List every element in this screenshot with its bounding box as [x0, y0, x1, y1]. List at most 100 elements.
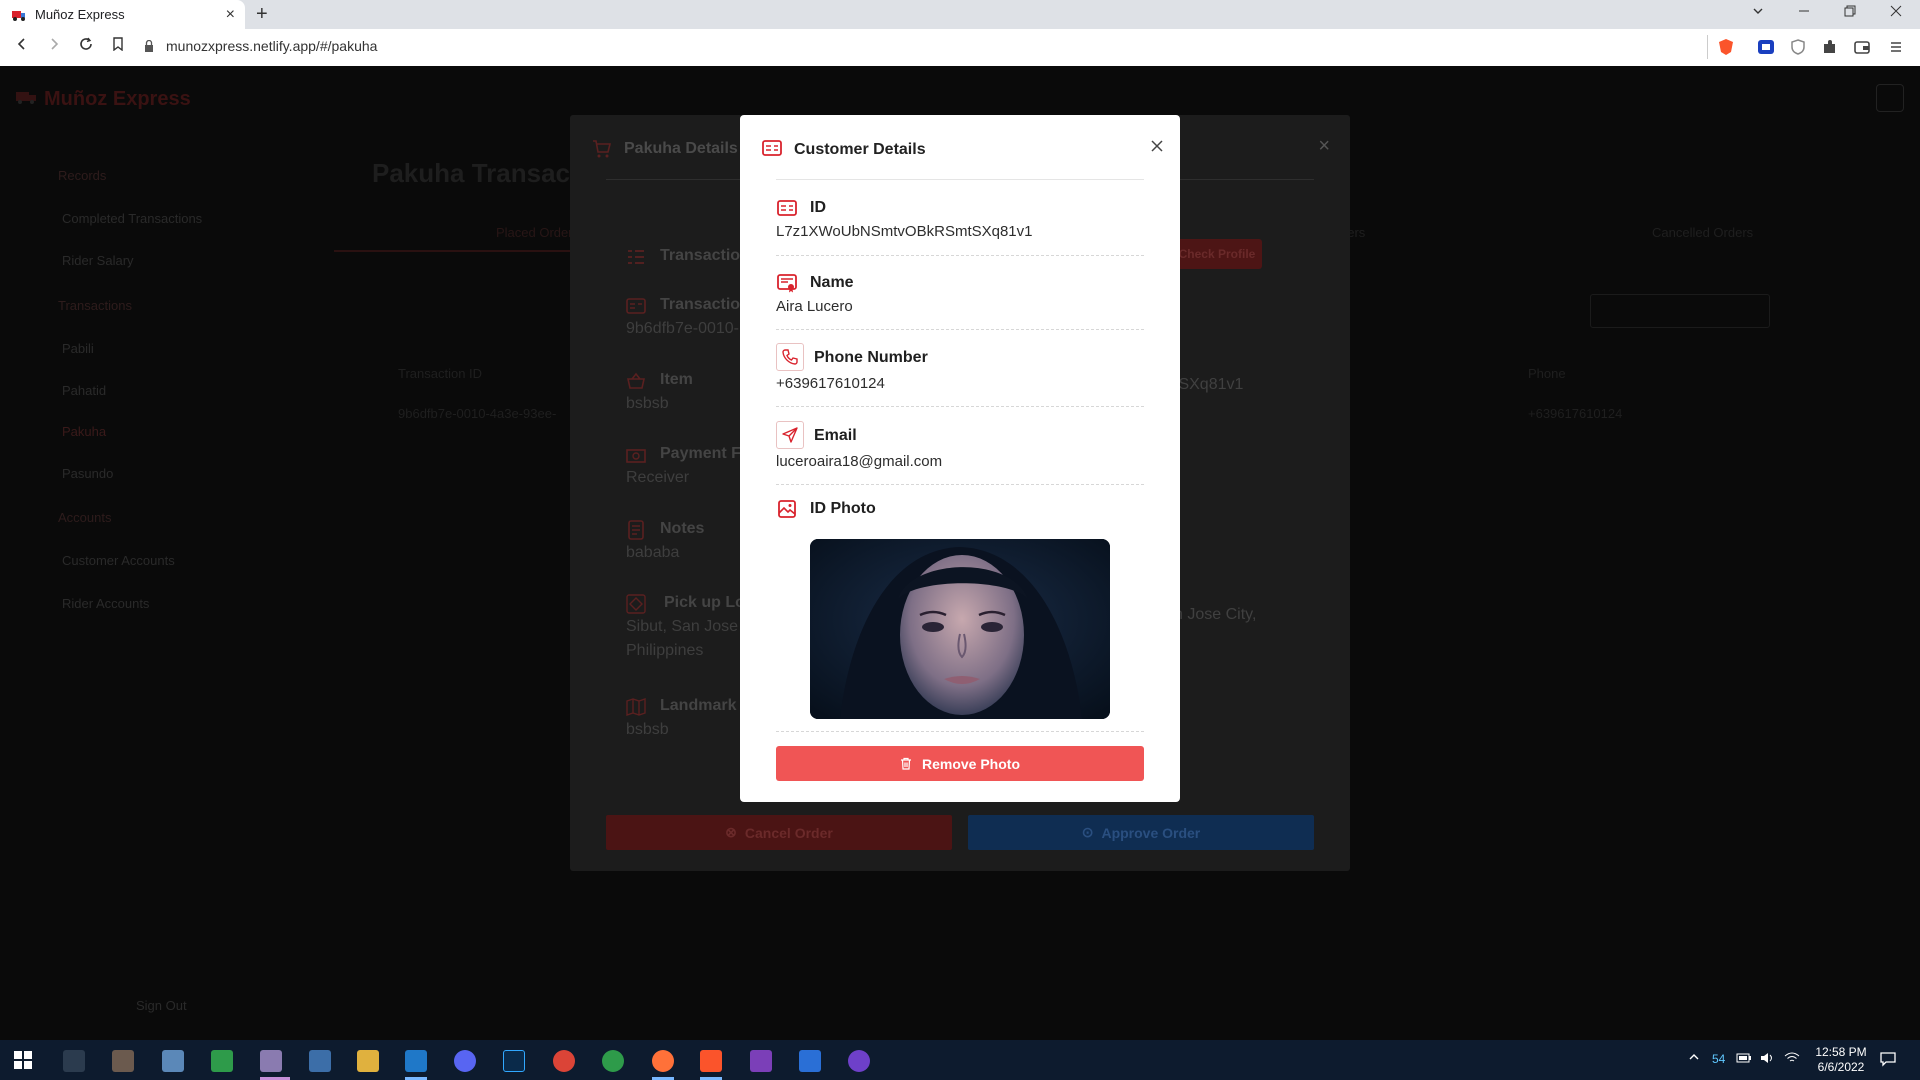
phone-value: +639617610124 [776, 375, 885, 392]
extensions-puzzle-icon[interactable] [1820, 37, 1840, 57]
phone-label: Phone Number [814, 349, 928, 366]
theme-toggle-icon[interactable] [1876, 84, 1904, 112]
restore-icon[interactable] [1844, 4, 1856, 20]
customer-id-partial: tSXq81v1 [1174, 376, 1244, 393]
sidebar-pabili[interactable]: Pabili [62, 341, 94, 356]
id-label: ID [810, 199, 826, 216]
field-separator [776, 484, 1144, 485]
location-icon [626, 594, 646, 614]
window-close-icon[interactable] [1890, 4, 1902, 20]
taskbar-photoshop-icon[interactable] [503, 1050, 525, 1072]
taskbar-sheets-icon[interactable] [211, 1050, 233, 1072]
back-icon[interactable] [12, 37, 32, 57]
close-icon[interactable] [1148, 137, 1166, 155]
customer-details-modal: Customer Details ID L7z1XWoUbNSmtvOBkRSm… [740, 115, 1180, 802]
tray-chevron-icon[interactable] [1688, 1051, 1700, 1066]
taskbar-discord-icon[interactable] [454, 1050, 476, 1072]
menu-icon[interactable] [1886, 37, 1906, 57]
extension-shield-icon[interactable] [1788, 37, 1808, 57]
approve-circle-icon: ⊙ [1081, 824, 1094, 840]
tab-close-icon[interactable]: × [226, 6, 235, 24]
field-separator [776, 255, 1144, 256]
sidebar-customer-accounts[interactable]: Customer Accounts [62, 553, 175, 568]
taskbar-app-icon[interactable] [162, 1050, 184, 1072]
landmark-value: bsbsb [626, 721, 669, 738]
email-label: Email [814, 427, 857, 444]
address-bar[interactable]: munozxpress.netlify.app/#/pakuha [144, 38, 377, 54]
taskbar-chrome-icon[interactable] [553, 1050, 575, 1072]
sidebar-transactions[interactable]: Transactions [58, 298, 132, 313]
taskbar-paint-icon[interactable] [260, 1050, 282, 1072]
tab-placed-orders[interactable]: Placed Orders [496, 225, 579, 240]
sidebar-rider-salary[interactable]: Rider Salary [62, 253, 134, 268]
column-phone[interactable]: Phone [1528, 366, 1566, 381]
taskbar-app-icon[interactable] [750, 1050, 772, 1072]
wallet-icon[interactable] [1852, 37, 1872, 57]
taskbar-app-icon[interactable] [602, 1050, 624, 1072]
tray-count[interactable]: 54 [1712, 1052, 1725, 1066]
email-value: luceroaira18@gmail.com [776, 453, 943, 470]
remove-photo-label: Remove Photo [921, 755, 1020, 772]
search-input[interactable] [1590, 294, 1770, 328]
volume-icon[interactable] [1760, 1052, 1776, 1067]
extension-meet-icon[interactable] [1756, 37, 1776, 57]
forward-icon[interactable] [44, 37, 64, 57]
taskbar-firefox-icon[interactable] [652, 1050, 674, 1072]
field-separator [776, 406, 1144, 407]
windows-start-icon[interactable] [13, 1050, 35, 1072]
tab-cancelled-orders[interactable]: Cancelled Orders [1652, 225, 1753, 240]
trash-icon [900, 757, 911, 770]
pakuha-close-icon[interactable]: × [1318, 135, 1330, 158]
sidebar-pasundo[interactable]: Pasundo [62, 466, 113, 481]
active-tab-underline [334, 250, 570, 252]
brave-shield-icon[interactable] [1716, 37, 1736, 57]
windows-taskbar: 54 12:58 PM 6/6/2022 [0, 1040, 1920, 1080]
minimize-icon[interactable] [1798, 4, 1810, 20]
remove-photo-button[interactable]: Remove Photo [776, 746, 1144, 781]
taskbar-app-icon[interactable] [112, 1050, 134, 1072]
taskbar-app-icon[interactable] [63, 1050, 85, 1072]
check-profile-button[interactable]: Check Profile [1172, 239, 1262, 269]
approve-order-button[interactable]: ⊙ Approve Order [968, 815, 1314, 850]
tab-title: Muñoz Express [35, 7, 125, 22]
notes-value: bababa [626, 544, 680, 561]
taskbar-vscode-icon[interactable] [405, 1050, 427, 1072]
sidebar-completed[interactable]: Completed Transactions [62, 211, 202, 226]
tab-strip: Muñoz Express × + [0, 0, 1920, 29]
sidebar-records[interactable]: Records [58, 168, 106, 183]
taskbar-app-icon[interactable] [799, 1050, 821, 1072]
cancel-order-label: Cancel Order [744, 824, 833, 841]
badge-icon [776, 272, 798, 294]
taskbar-brave-icon[interactable] [700, 1050, 722, 1072]
tab-search-icon[interactable] [1752, 4, 1764, 20]
reload-icon[interactable] [76, 37, 96, 57]
taskbar-github-icon[interactable] [848, 1050, 870, 1072]
item-value: bsbsb [626, 395, 669, 412]
basket-icon [627, 372, 645, 389]
sidebar-rider-accounts[interactable]: Rider Accounts [62, 596, 149, 611]
sidebar-accounts[interactable]: Accounts [58, 510, 111, 525]
taskbar-explorer-icon[interactable] [357, 1050, 379, 1072]
cancel-order-button[interactable]: ⊗ Cancel Order [606, 815, 952, 850]
approve-order-label: Approve Order [1101, 824, 1201, 841]
header-divider [776, 179, 1144, 180]
taskbar-app-icon[interactable] [309, 1050, 331, 1072]
id-card-icon [762, 140, 782, 156]
sidebar-pahatid[interactable]: Pahatid [62, 383, 106, 398]
pickup-value-line1: Sibut, San Jose C [626, 618, 755, 635]
favicon-icon [12, 8, 26, 22]
sign-out-link[interactable]: Sign Out [136, 998, 187, 1013]
app-brand: Muñoz Express [16, 88, 191, 111]
sidebar-pakuha[interactable]: Pakuha [62, 424, 106, 439]
new-tab-button[interactable]: + [256, 3, 268, 26]
customer-modal-header: Customer Details [740, 115, 1180, 179]
battery-icon[interactable] [1736, 1052, 1752, 1067]
browser-toolbar: munozxpress.netlify.app/#/pakuha [0, 29, 1920, 66]
browser-tab[interactable]: Muñoz Express × [0, 0, 245, 29]
notification-icon[interactable] [1880, 1051, 1896, 1070]
taskbar-clock[interactable]: 12:58 PM 6/6/2022 [1808, 1045, 1874, 1075]
column-transaction-id[interactable]: Transaction ID [398, 366, 482, 381]
wifi-icon[interactable] [1784, 1052, 1800, 1067]
bookmark-icon[interactable] [108, 37, 128, 57]
transaction-id-value: 9b6dfb7e-0010- [626, 320, 739, 337]
